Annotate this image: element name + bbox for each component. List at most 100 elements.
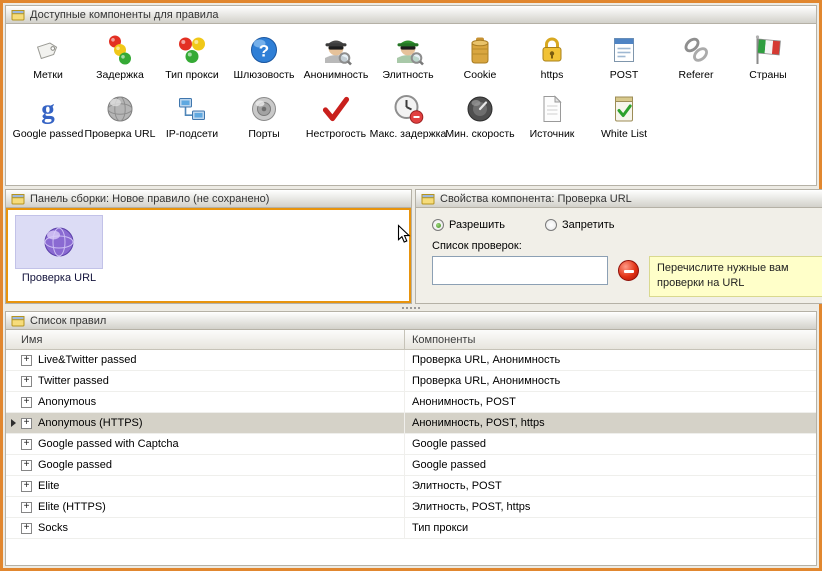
radio-allow-dot [432,219,444,231]
component-url-check[interactable]: Проверка URL [84,93,156,140]
component-referer[interactable]: Referer [660,34,732,81]
ports-icon [248,93,280,125]
expand-icon[interactable] [21,376,32,387]
expand-icon[interactable] [21,439,32,450]
table-row[interactable]: Live&Twitter passed Проверка URL, Аноним… [6,350,816,371]
splitter-handle[interactable] [5,304,817,311]
component-delay[interactable]: Задержка [84,34,156,81]
expand-icon[interactable] [21,502,32,513]
hint-tooltip: Перечислите нужные вам проверки на URL [649,256,822,297]
expand-icon[interactable] [21,460,32,471]
expand-icon[interactable] [21,523,32,534]
rule-components: Google passed [405,455,816,475]
expand-icon[interactable] [21,418,32,429]
table-row[interactable]: Google passed Google passed [6,455,816,476]
properties-panel-header: Свойства компонента: Проверка URL [416,190,822,208]
component-gateway[interactable]: ? Шлюзовость [228,34,300,81]
build-item-url-check[interactable]: Проверка URL [14,215,104,284]
rule-name: Anonymous (HTTPS) [38,417,143,429]
flag-icon [752,34,784,66]
table-row[interactable]: Elite (HTTPS) Элитность, POST, https [6,497,816,518]
properties-body: Разрешить Запретить Список проверок: Пер… [416,208,822,303]
table-row[interactable]: Google passed with Captcha Google passed [6,434,816,455]
component-proxy-type[interactable]: Тип прокси [156,34,228,81]
components-panel-title: Доступные компоненты для правила [30,9,219,21]
properties-panel-title: Свойства компонента: Проверка URL [440,193,632,205]
properties-panel: Свойства компонента: Проверка URL Разреш… [415,189,822,304]
rule-components: Проверка URL, Анонимность [405,371,816,391]
tag-icon [32,34,64,66]
row-gutter [6,371,20,391]
component-ip-subnets[interactable]: IP-подсети [156,93,228,140]
row-gutter [6,413,20,433]
svg-text:?: ? [259,42,269,61]
table-row-selected[interactable]: Anonymous (HTTPS) Анонимность, POST, htt… [6,413,816,434]
expand-icon[interactable] [21,355,32,366]
post-document-icon [608,34,640,66]
expand-icon[interactable] [21,481,32,492]
checks-input[interactable] [432,256,608,285]
table-row[interactable]: Twitter passed Проверка URL, Анонимность [6,371,816,392]
table-row[interactable]: Socks Тип прокси [6,518,816,539]
rules-panel-title: Список правил [30,315,106,327]
rule-name: Elite [38,480,59,492]
row-gutter [6,392,20,412]
rule-components: Элитность, POST [405,476,816,496]
component-ports[interactable]: Порты [228,93,300,140]
component-min-speed[interactable]: Мин. скорость [444,93,516,140]
component-anonymity[interactable]: Анонимность [300,34,372,81]
component-white-list[interactable]: White List [588,93,660,140]
panel-icon [11,314,25,328]
component-google-passed[interactable]: g Google passed [12,93,84,140]
build-panel-title: Панель сборки: Новое правило (не сохране… [30,193,269,205]
radio-allow[interactable]: Разрешить [432,219,505,231]
row-gutter [6,434,20,454]
gauge-icon [464,93,496,125]
row-gutter [6,455,20,475]
component-cookie[interactable]: Cookie [444,34,516,81]
rule-components: Анонимность, POST, https [405,413,816,433]
network-icon [176,93,208,125]
column-header-components[interactable]: Компоненты [405,330,816,349]
rules-panel-header: Список правил [6,312,816,330]
table-row[interactable]: Elite Элитность, POST [6,476,816,497]
panel-icon [11,192,25,206]
build-item-label: Проверка URL [14,272,104,284]
spy-icon [320,34,352,66]
component-source[interactable]: Источник [516,93,588,140]
row-gutter [6,518,20,538]
rule-components: Анонимность, POST [405,392,816,412]
component-nonstrict[interactable]: Нестрогость [300,93,372,140]
panel-icon [421,192,435,206]
column-header-name[interactable]: Имя [6,330,405,349]
build-panel: Панель сборки: Новое правило (не сохране… [5,189,412,304]
mouse-cursor [397,224,411,244]
rule-name: Socks [38,522,68,534]
radio-deny[interactable]: Запретить [545,219,615,231]
component-https[interactable]: https [516,34,588,81]
traffic-light-icon [104,34,136,66]
globe-gray-icon [104,93,136,125]
expand-icon[interactable] [21,397,32,408]
component-countries[interactable]: Страны [732,34,804,81]
rule-components: Проверка URL, Анонимность [405,350,816,370]
cookie-jar-icon [464,34,496,66]
radio-deny-label: Запретить [562,219,615,231]
panel-icon [11,8,25,22]
component-tags[interactable]: Метки [12,34,84,81]
radio-allow-label: Разрешить [449,219,505,231]
table-row[interactable]: Anonymous Анонимность, POST [6,392,816,413]
component-max-delay[interactable]: Макс. задержка [372,93,444,140]
component-post[interactable]: POST [588,34,660,81]
components-body: Метки Задержка Тип прокси ? Шлюзовость А… [6,24,816,185]
components-panel: Доступные компоненты для правила Метки З… [5,5,817,186]
clock-icon [392,93,424,125]
checks-list-label: Список проверок: [432,240,822,252]
remove-button[interactable] [618,260,639,281]
component-elite[interactable]: Элитность [372,34,444,81]
rule-name: Live&Twitter passed [38,354,136,366]
build-area[interactable]: Проверка URL [6,208,411,303]
row-gutter [6,476,20,496]
spy-elite-icon [392,34,424,66]
splitter-dots-icon [410,307,412,309]
